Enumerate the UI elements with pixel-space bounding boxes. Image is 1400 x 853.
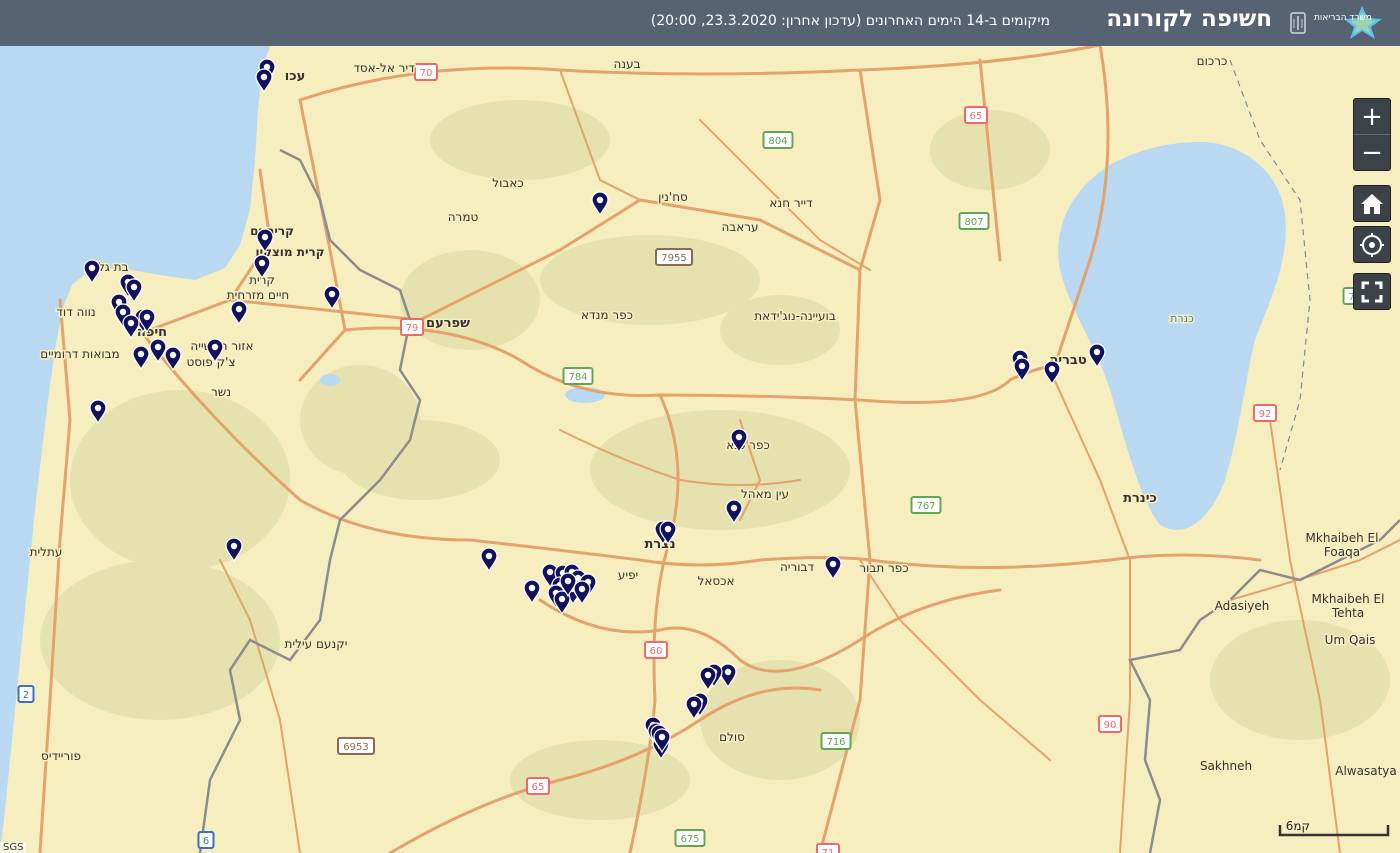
road-number: 6 xyxy=(203,836,209,847)
place-label-yokneam: יקנעם עילית xyxy=(285,637,348,651)
place-label-kabul: כאבול xyxy=(492,176,523,190)
road-shield-r767: 767 xyxy=(910,496,942,514)
road-number: 90 xyxy=(1104,720,1117,731)
road-shield-r675: 675 xyxy=(674,829,706,847)
place-label-neve-david: נווה דוד xyxy=(56,305,95,319)
place-label-haim-mizrahit: חיים מזרחית xyxy=(227,288,289,302)
place-label-sakhneh: Sakhneh xyxy=(1200,759,1252,773)
road-shield-r92: 92 xyxy=(1253,404,1277,422)
place-label-fureidis: פוריידיס xyxy=(41,749,81,763)
place-label-dabburiya: דבוריה xyxy=(780,560,815,574)
place-label-buayna: בועיינה-נוג'ידאת xyxy=(754,309,836,323)
place-label-ako: עכו xyxy=(285,69,305,84)
road-number: 71 xyxy=(822,848,835,853)
road-shield-r807: 807 xyxy=(958,212,990,230)
road-number: 784 xyxy=(568,372,587,383)
crosshair-icon xyxy=(1360,232,1384,257)
road-number: 70 xyxy=(420,68,433,79)
place-label-karkom: כרכום xyxy=(1197,54,1228,68)
place-label-yafia: יפיע xyxy=(618,568,638,582)
plus-icon: + xyxy=(1361,101,1383,132)
road-shield-r71: 71 xyxy=(816,843,840,853)
road-number: 65 xyxy=(970,111,983,122)
road-number: 716 xyxy=(826,737,845,748)
ministry-logo: משרד הבריאות xyxy=(1314,6,1382,39)
road-number: 92 xyxy=(1259,409,1272,420)
app-subtitle: מיקומים ב-14 הימים האחרונים (עדכון אחרון… xyxy=(650,13,1050,29)
place-label-um-qais: Um Qais xyxy=(1325,633,1376,647)
home-button[interactable] xyxy=(1353,185,1391,222)
road-shield-r7955: 7955 xyxy=(655,248,693,266)
place-label-kfar-tavor: כפר תבור xyxy=(859,561,908,575)
road-shield-r90: 90 xyxy=(1098,715,1122,733)
road-number: 65 xyxy=(532,782,545,793)
scale-bar xyxy=(1278,825,1390,837)
place-label-kinneret: כינרת xyxy=(1123,491,1157,506)
minus-icon: − xyxy=(1361,137,1383,168)
road-number: 7955 xyxy=(661,253,686,264)
road-shield-r70: 70 xyxy=(414,63,438,81)
place-label-ein-mahil: עין מאהל xyxy=(741,487,789,501)
place-label-atlit: עתלית xyxy=(30,545,63,559)
road-shield-r784: 784 xyxy=(562,367,594,385)
road-shield-r6: 6 xyxy=(197,831,215,849)
road-shield-r79: 79 xyxy=(400,318,424,336)
map-view[interactable]: 7065804807795578979784927676071690695365… xyxy=(0,46,1400,853)
road-shield-r2: 2 xyxy=(17,685,35,703)
road-shield-r6953: 6953 xyxy=(337,737,375,755)
road-number: 675 xyxy=(680,834,699,845)
fullscreen-icon xyxy=(1361,281,1383,302)
place-label-tamra: טמרה xyxy=(448,210,479,224)
road-number: 79 xyxy=(406,323,419,334)
place-label-nesher: נשר xyxy=(211,385,231,399)
place-label-sulam: סולם xyxy=(719,730,745,744)
logo-text: משרד הבריאות xyxy=(1314,13,1372,23)
place-label-dayr-al-asad: דיר אל-אסד xyxy=(353,61,415,75)
place-label-bana: בענה xyxy=(613,57,640,71)
road-number: 767 xyxy=(916,501,935,512)
pond xyxy=(320,374,340,386)
place-label-check-post: צ'ק פוסט xyxy=(186,355,235,369)
zoom-out-button[interactable]: − xyxy=(1353,134,1391,171)
place-label-shfaram: שפרעם xyxy=(426,316,470,331)
road-number: 2 xyxy=(23,690,29,701)
place-label-dayr-hanna: דייר חנא xyxy=(769,196,813,210)
app-header: משרד הבריאות חשיפה לקורונה מיקומים ב-14 … xyxy=(0,0,1400,46)
road-number: 6953 xyxy=(343,742,368,753)
map-canvas[interactable]: 7065804807795578979784927676071690695365… xyxy=(0,46,1400,853)
attribution: SGS xyxy=(0,842,27,853)
fullscreen-button[interactable] xyxy=(1353,273,1391,310)
road-number: 807 xyxy=(964,217,983,228)
zoom-in-button[interactable]: + xyxy=(1353,98,1391,135)
road-shield-r804: 804 xyxy=(762,131,794,149)
place-label-alwasatya: Alwasatya xyxy=(1335,764,1396,778)
home-icon xyxy=(1361,193,1383,214)
place-label-adasiyeh: Adasiyeh xyxy=(1215,599,1270,613)
road-shield-r716: 716 xyxy=(820,732,852,750)
place-label-kinneret-lake: כנרת xyxy=(1170,312,1194,325)
state-emblem-icon xyxy=(1290,12,1306,34)
place-label-arraba: עראבה xyxy=(721,220,758,234)
place-label-iksal: אכסאל xyxy=(698,574,735,588)
place-label-sakhnin: סח'נין xyxy=(658,190,688,204)
place-label-mevoot-dromiim: מבואות דרומיים xyxy=(40,347,119,361)
road-number: 60 xyxy=(650,646,663,657)
locate-button[interactable] xyxy=(1353,226,1391,263)
app-title: חשיפה לקורונה xyxy=(1106,6,1272,32)
place-label-kafr-manda: כפר מנדא xyxy=(581,308,633,322)
road-shield-r65b: 65 xyxy=(526,777,550,795)
road-shield-r65a: 65 xyxy=(964,106,988,124)
road-number: 804 xyxy=(768,136,787,147)
road-shield-r60: 60 xyxy=(644,641,668,659)
